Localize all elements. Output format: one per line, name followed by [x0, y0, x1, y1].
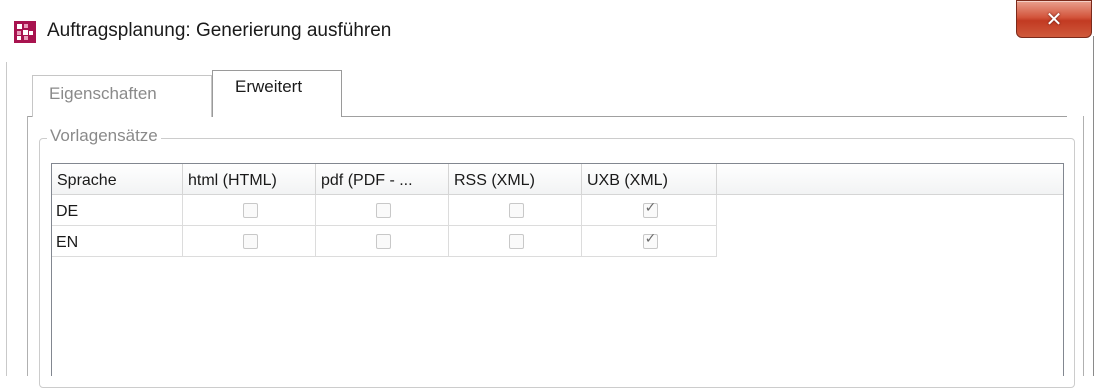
table-row-check-cell [316, 226, 449, 257]
tab-erweitert[interactable]: Erweitert [212, 70, 342, 117]
column-header-html[interactable]: html (HTML) [183, 164, 316, 194]
checkbox-unchecked[interactable] [509, 203, 524, 218]
tab-label: Eigenschaften [49, 84, 157, 103]
table-row-check-cell [449, 226, 582, 257]
window-frame-right [1093, 36, 1099, 376]
table-row-check-cell: ✓ [582, 226, 717, 257]
tab-panel-border-right [1083, 116, 1084, 376]
checkmark-icon: ✓ [644, 231, 657, 247]
tab-label: Erweitert [235, 77, 303, 96]
checkbox-checked[interactable]: ✓ [643, 200, 658, 218]
column-header-uxb[interactable]: UXB (XML) [582, 164, 717, 194]
language-code: DE [56, 203, 79, 220]
checkbox-unchecked[interactable] [509, 234, 524, 249]
table-row-language-cell[interactable]: EN [52, 226, 183, 257]
checkbox-unchecked[interactable] [376, 234, 391, 249]
table-row-check-cell [183, 226, 316, 257]
window-frame-left [0, 62, 7, 376]
tab-eigenschaften[interactable]: Eigenschaften [32, 75, 212, 117]
column-header-sprache[interactable]: Sprache [52, 164, 183, 194]
column-header-rss[interactable]: RSS (XML) [449, 164, 582, 194]
title-bar: Auftragsplanung: Generierung ausführen ✕ [0, 0, 1099, 62]
app-logo-icon [14, 21, 36, 43]
checkbox-unchecked[interactable] [376, 203, 391, 218]
checkbox-checked[interactable]: ✓ [643, 231, 658, 249]
tab-panel-border-left [27, 116, 28, 376]
checkmark-icon: ✓ [644, 200, 657, 216]
checkbox-unchecked[interactable] [243, 203, 258, 218]
language-code: EN [56, 234, 79, 251]
table-row-check-cell: ✓ [582, 195, 717, 226]
checkbox-unchecked[interactable] [243, 234, 258, 249]
close-icon: ✕ [1045, 7, 1063, 31]
dialog-window: Auftragsplanung: Generierung ausführen ✕… [0, 0, 1099, 388]
table-row-check-cell [449, 195, 582, 226]
active-tab-joint [213, 114, 341, 118]
column-header-pdf[interactable]: pdf (PDF - ... [316, 164, 449, 194]
close-button[interactable]: ✕ [1016, 0, 1092, 38]
window-title: Auftragsplanung: Generierung ausführen [47, 20, 392, 41]
table-row-check-cell [316, 195, 449, 226]
table-row-check-cell [183, 195, 316, 226]
table-row-language-cell[interactable]: DE [52, 195, 183, 226]
group-label: Vorlagensätze [47, 126, 161, 146]
